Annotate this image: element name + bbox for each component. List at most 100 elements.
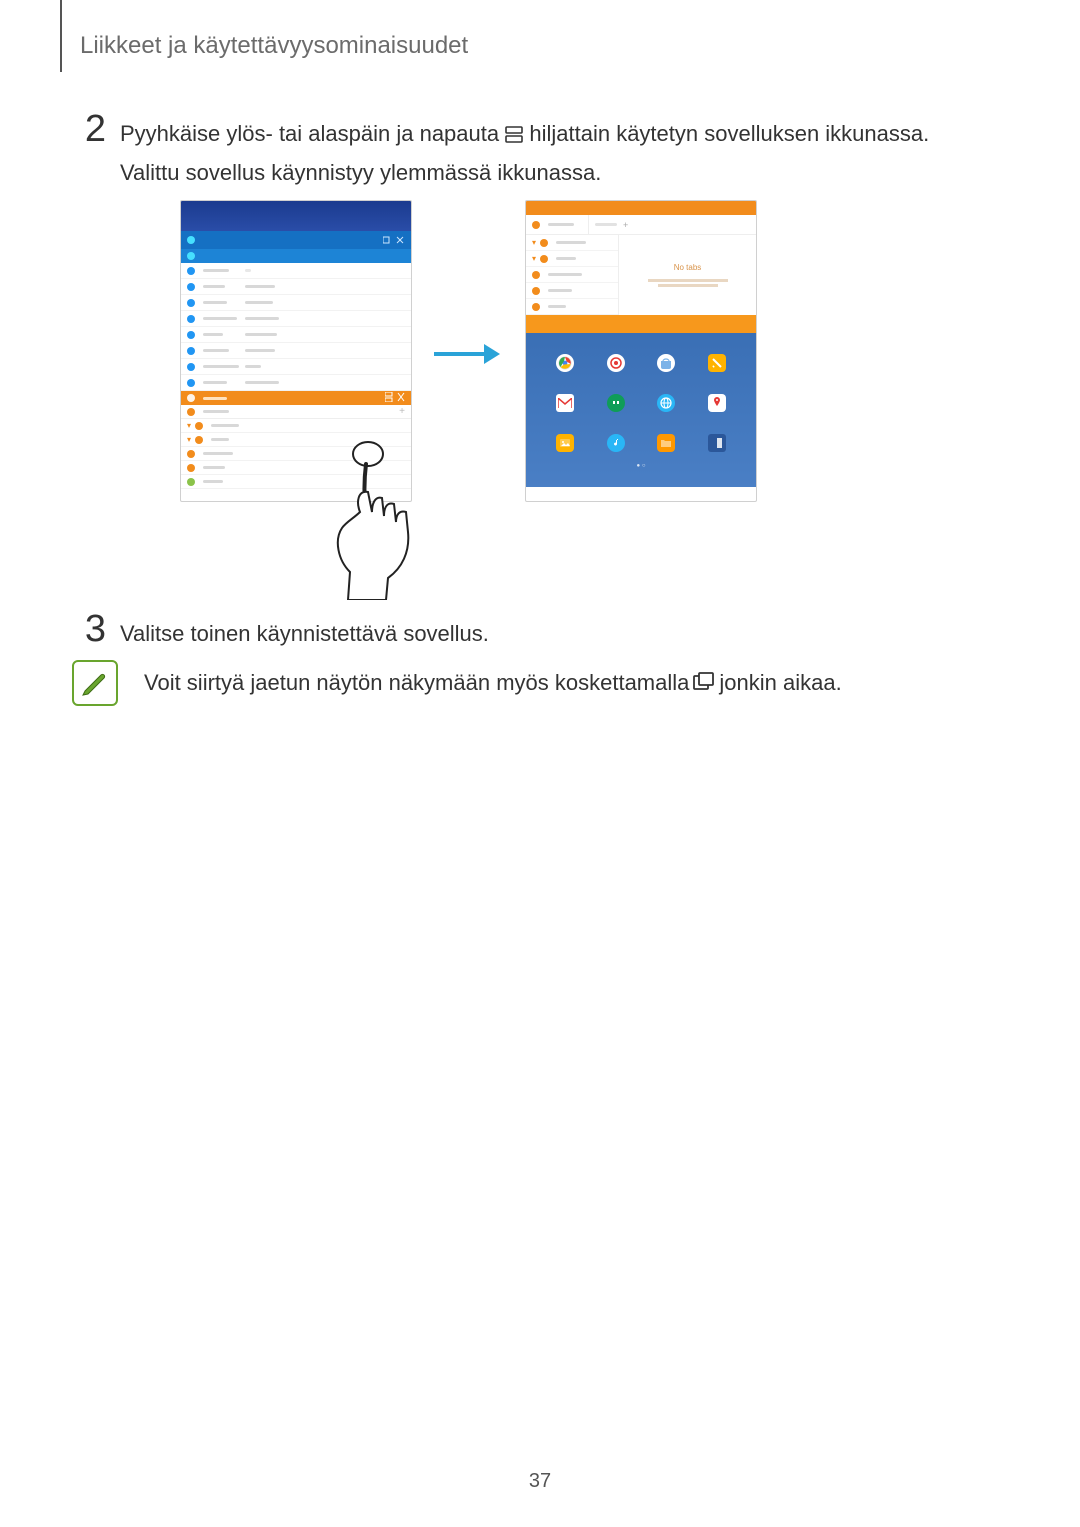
wallpaper-top [181,201,411,231]
arrow-right-icon [434,344,504,364]
second-app-header [181,391,411,405]
app-row [526,423,756,463]
text-placeholder [203,397,227,400]
text-placeholder [548,305,566,308]
bullet-icon [532,287,540,295]
bullet-icon [187,267,195,275]
music-icon [607,434,625,452]
text-placeholder [245,317,279,320]
browser-icon [657,394,675,412]
chevron-icon: ▾ [532,254,536,263]
bullet-icon [187,478,195,486]
note-pencil-icon [72,660,118,706]
step-text: Valitse toinen käynnistettävä sovellus. [120,610,1010,652]
app-row [526,343,756,383]
top-app-header [526,201,756,215]
gmail-icon [556,394,574,412]
list-item [181,327,411,343]
text-placeholder [203,269,229,272]
tab-row: + [181,405,411,419]
page: Liikkeet ja käytettävyysominaisuudet 2 P… [0,0,1080,1527]
split-screen-icon [505,119,523,155]
bullet-icon [187,379,195,387]
page-number: 37 [0,1470,1080,1493]
step-text: Pyyhkäise ylös- tai alaspäin ja napauta … [120,110,1010,192]
word-icon [708,434,726,452]
bullet-icon [195,422,203,430]
step-2: 2 Pyyhkäise ylös- tai alaspäin ja napaut… [70,110,1010,192]
text-placeholder [245,365,261,368]
step-number: 3 [70,610,106,648]
text-placeholder [211,438,229,441]
step2-text-c: Valittu sovellus käynnistyy ylemmässä ik… [120,160,601,185]
bullet-icon [187,464,195,472]
text-placeholder [203,410,229,413]
text-placeholder [203,333,223,336]
bullet-icon [532,221,540,229]
text-placeholder [595,223,617,226]
list-item [181,279,411,295]
list-item [181,359,411,375]
right-pane: No tabs [618,235,756,315]
target-icon [607,354,625,372]
app-row [526,383,756,423]
chevron-icon: ▾ [532,238,536,247]
files-icon [657,434,675,452]
screenshot-right: + ▾ ▾ No tabs [525,200,757,502]
note: Voit siirtyä jaetun näytön näkymään myös… [72,660,842,706]
bullet-icon [195,436,203,444]
text-placeholder [203,452,233,455]
bullet-icon [532,271,540,279]
app-subheader [181,249,411,263]
text-placeholder [245,349,275,352]
chrome-icon [556,354,574,372]
text-placeholder [203,349,229,352]
figure: + ▾ ▾ + ▾ ▾ [180,200,920,600]
bullet-icon [187,299,195,307]
hangouts-icon [607,394,625,412]
bullet-icon [540,255,548,263]
maps-icon [708,394,726,412]
window-controls [383,231,405,249]
split-screen-icon [385,389,405,407]
gallery-icon [556,434,574,452]
bullet-icon [187,283,195,291]
chevron-icon: ▾ [187,421,191,430]
text-placeholder [203,285,225,288]
plus-icon: + [623,220,628,230]
bullet-icon [540,239,548,247]
chevron-icon: ▾ [187,435,191,444]
list-item: ▾ [181,419,411,433]
text-placeholder [203,480,223,483]
list-item: ▾ [526,251,618,267]
empty-state-label: No tabs [674,263,702,272]
bullet-icon [187,347,195,355]
list-area [181,263,411,391]
page-indicator-dots: ● ○ [526,463,756,469]
list-item [526,299,618,315]
text-placeholder [203,301,227,304]
text-placeholder [203,365,239,368]
text-placeholder [548,289,572,292]
text-placeholder [658,284,718,287]
text-placeholder [548,223,574,226]
list-item: ▾ [526,235,618,251]
list-item [526,267,618,283]
text-placeholder [245,381,279,384]
list-item [181,311,411,327]
memo-icon [708,354,726,372]
step-number: 2 [70,110,106,148]
bullet-icon [187,408,195,416]
galaxy-apps-icon [657,354,675,372]
divider-handle [526,315,756,333]
step2-text-a: Pyyhkäise ylös- tai alaspäin ja napauta [120,121,505,146]
text-placeholder [203,381,227,384]
hand-gesture-icon [320,440,450,600]
text-placeholder [203,317,237,320]
split-top-pane: ▾ ▾ No tabs [526,235,756,315]
recent-apps-icon [693,670,715,696]
dot-icon [187,252,195,260]
app-icon-circle [187,394,195,402]
text-placeholder [556,241,586,244]
header-rule [60,0,62,72]
